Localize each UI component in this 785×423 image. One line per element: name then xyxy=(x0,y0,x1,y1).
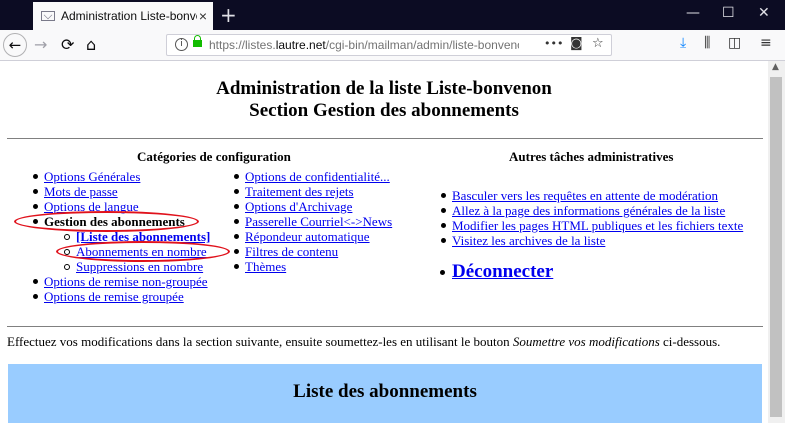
list-item: Options de confidentialité... xyxy=(233,169,392,184)
annotation-oval xyxy=(56,241,230,262)
list-item: Options de remise groupée xyxy=(32,289,210,304)
page-content: Administration de la liste Liste-bonveno… xyxy=(0,61,768,423)
list-item: Options de remise non-groupée xyxy=(32,274,210,289)
back-button[interactable]: ← xyxy=(3,33,27,57)
navigation-bar: ← → ⟳ ⌂ i https://listes.lautre.net/cgi-… xyxy=(0,30,785,61)
link-passerelle-news[interactable]: Passerelle Courriel<->News xyxy=(245,214,392,229)
list-item: Mots de passe xyxy=(32,184,210,199)
list-item: Basculer vers les requêtes en attente de… xyxy=(440,188,743,203)
tab-close-icon[interactable]: × xyxy=(197,8,209,24)
lock-icon[interactable] xyxy=(193,35,202,47)
link-traitement-rejets[interactable]: Traitement des rejets xyxy=(245,184,354,199)
forward-button[interactable]: → xyxy=(34,34,47,56)
link-filtres-contenu[interactable]: Filtres de contenu xyxy=(245,244,338,259)
link-options-generales[interactable]: Options Générales xyxy=(44,169,140,184)
scroll-up-icon[interactable]: ▲ xyxy=(772,62,779,72)
divider xyxy=(7,326,763,327)
list-item: Traitement des rejets xyxy=(233,184,392,199)
list-item: Options d'Archivage xyxy=(233,199,392,214)
link-themes[interactable]: Thèmes xyxy=(245,259,286,274)
address-bar[interactable]: i https://listes.lautre.net/cgi-bin/mail… xyxy=(166,34,612,56)
library-icon[interactable]: ⫼ xyxy=(704,35,710,51)
config-heading: Catégories de configuration xyxy=(137,149,291,164)
list-item: Allez à la page des informations général… xyxy=(440,203,743,218)
reload-button[interactable]: ⟳ xyxy=(61,34,74,56)
link-remise-non-groupee[interactable]: Options de remise non-groupée xyxy=(44,274,208,289)
minimize-button[interactable]: — xyxy=(686,5,700,21)
other-tasks-list: Basculer vers les requêtes en attente de… xyxy=(440,188,743,248)
url-text: https://listes.lautre.net/cgi-bin/mailma… xyxy=(209,38,519,52)
tab-bar: Administration Liste-bonvenon × + — ☐ ✕ xyxy=(0,0,785,30)
logout-link[interactable]: Déconnecter xyxy=(439,261,553,283)
config-list-left: Options Générales Mots de passe Options … xyxy=(32,169,210,304)
bookmark-star-icon[interactable]: ☆ xyxy=(592,36,604,51)
envelope-icon xyxy=(41,11,55,21)
page-subtitle: Section Gestion des abonnements xyxy=(249,100,519,121)
link-mots-de-passe[interactable]: Mots de passe xyxy=(44,184,118,199)
arrow-left-icon: ← xyxy=(8,36,22,54)
close-window-button[interactable]: ✕ xyxy=(758,5,770,21)
link-archives[interactable]: Visitez les archives de la liste xyxy=(452,233,605,248)
list-item: Visitez les archives de la liste xyxy=(440,233,743,248)
link-infos-generales[interactable]: Allez à la page des informations général… xyxy=(452,203,725,218)
scrollbar-thumb[interactable] xyxy=(770,77,782,417)
home-button[interactable]: ⌂ xyxy=(86,34,96,56)
intro-text: Effectuez vos modifications dans la sect… xyxy=(7,334,721,349)
list-item: Modifier les pages HTML publiques et les… xyxy=(440,218,743,233)
pocket-icon[interactable]: ◙ xyxy=(570,36,583,51)
section-title: Liste des abonnements xyxy=(293,381,477,402)
link-modifier-pages-html[interactable]: Modifier les pages HTML publiques et les… xyxy=(452,218,743,233)
section-panel: Liste des abonnements xyxy=(8,364,762,423)
browser-tab[interactable]: Administration Liste-bonvenon × xyxy=(33,2,213,30)
annotation-oval xyxy=(14,211,199,232)
link-moderation[interactable]: Basculer vers les requêtes en attente de… xyxy=(452,188,718,203)
page-title: Administration de la liste Liste-bonveno… xyxy=(216,78,552,99)
link-repondeur[interactable]: Répondeur automatique xyxy=(245,229,370,244)
vertical-scrollbar[interactable]: ▲ xyxy=(768,61,785,423)
link-confidentialite[interactable]: Options de confidentialité... xyxy=(245,169,390,184)
config-list-right: Options de confidentialité... Traitement… xyxy=(233,169,392,274)
divider xyxy=(7,138,763,139)
new-tab-button[interactable]: + xyxy=(220,3,237,27)
link-archivage[interactable]: Options d'Archivage xyxy=(245,199,352,214)
list-item: Passerelle Courriel<->News xyxy=(233,214,392,229)
list-item: Thèmes xyxy=(233,259,392,274)
info-icon[interactable]: i xyxy=(175,38,188,51)
list-item: Répondeur automatique xyxy=(233,229,392,244)
other-tasks-heading: Autres tâches administratives xyxy=(509,149,674,164)
link-remise-groupee[interactable]: Options de remise groupée xyxy=(44,289,184,304)
tab-title: Administration Liste-bonvenon xyxy=(61,9,197,23)
list-item: Filtres de contenu xyxy=(233,244,392,259)
sidebar-icon[interactable]: ◫ xyxy=(728,35,741,51)
list-item: Options Générales xyxy=(32,169,210,184)
page-actions-icon[interactable]: ••• xyxy=(544,37,563,50)
download-icon[interactable]: ⤓ xyxy=(680,35,686,51)
maximize-button[interactable]: ☐ xyxy=(722,5,735,21)
menu-icon[interactable]: ≡ xyxy=(760,35,772,51)
